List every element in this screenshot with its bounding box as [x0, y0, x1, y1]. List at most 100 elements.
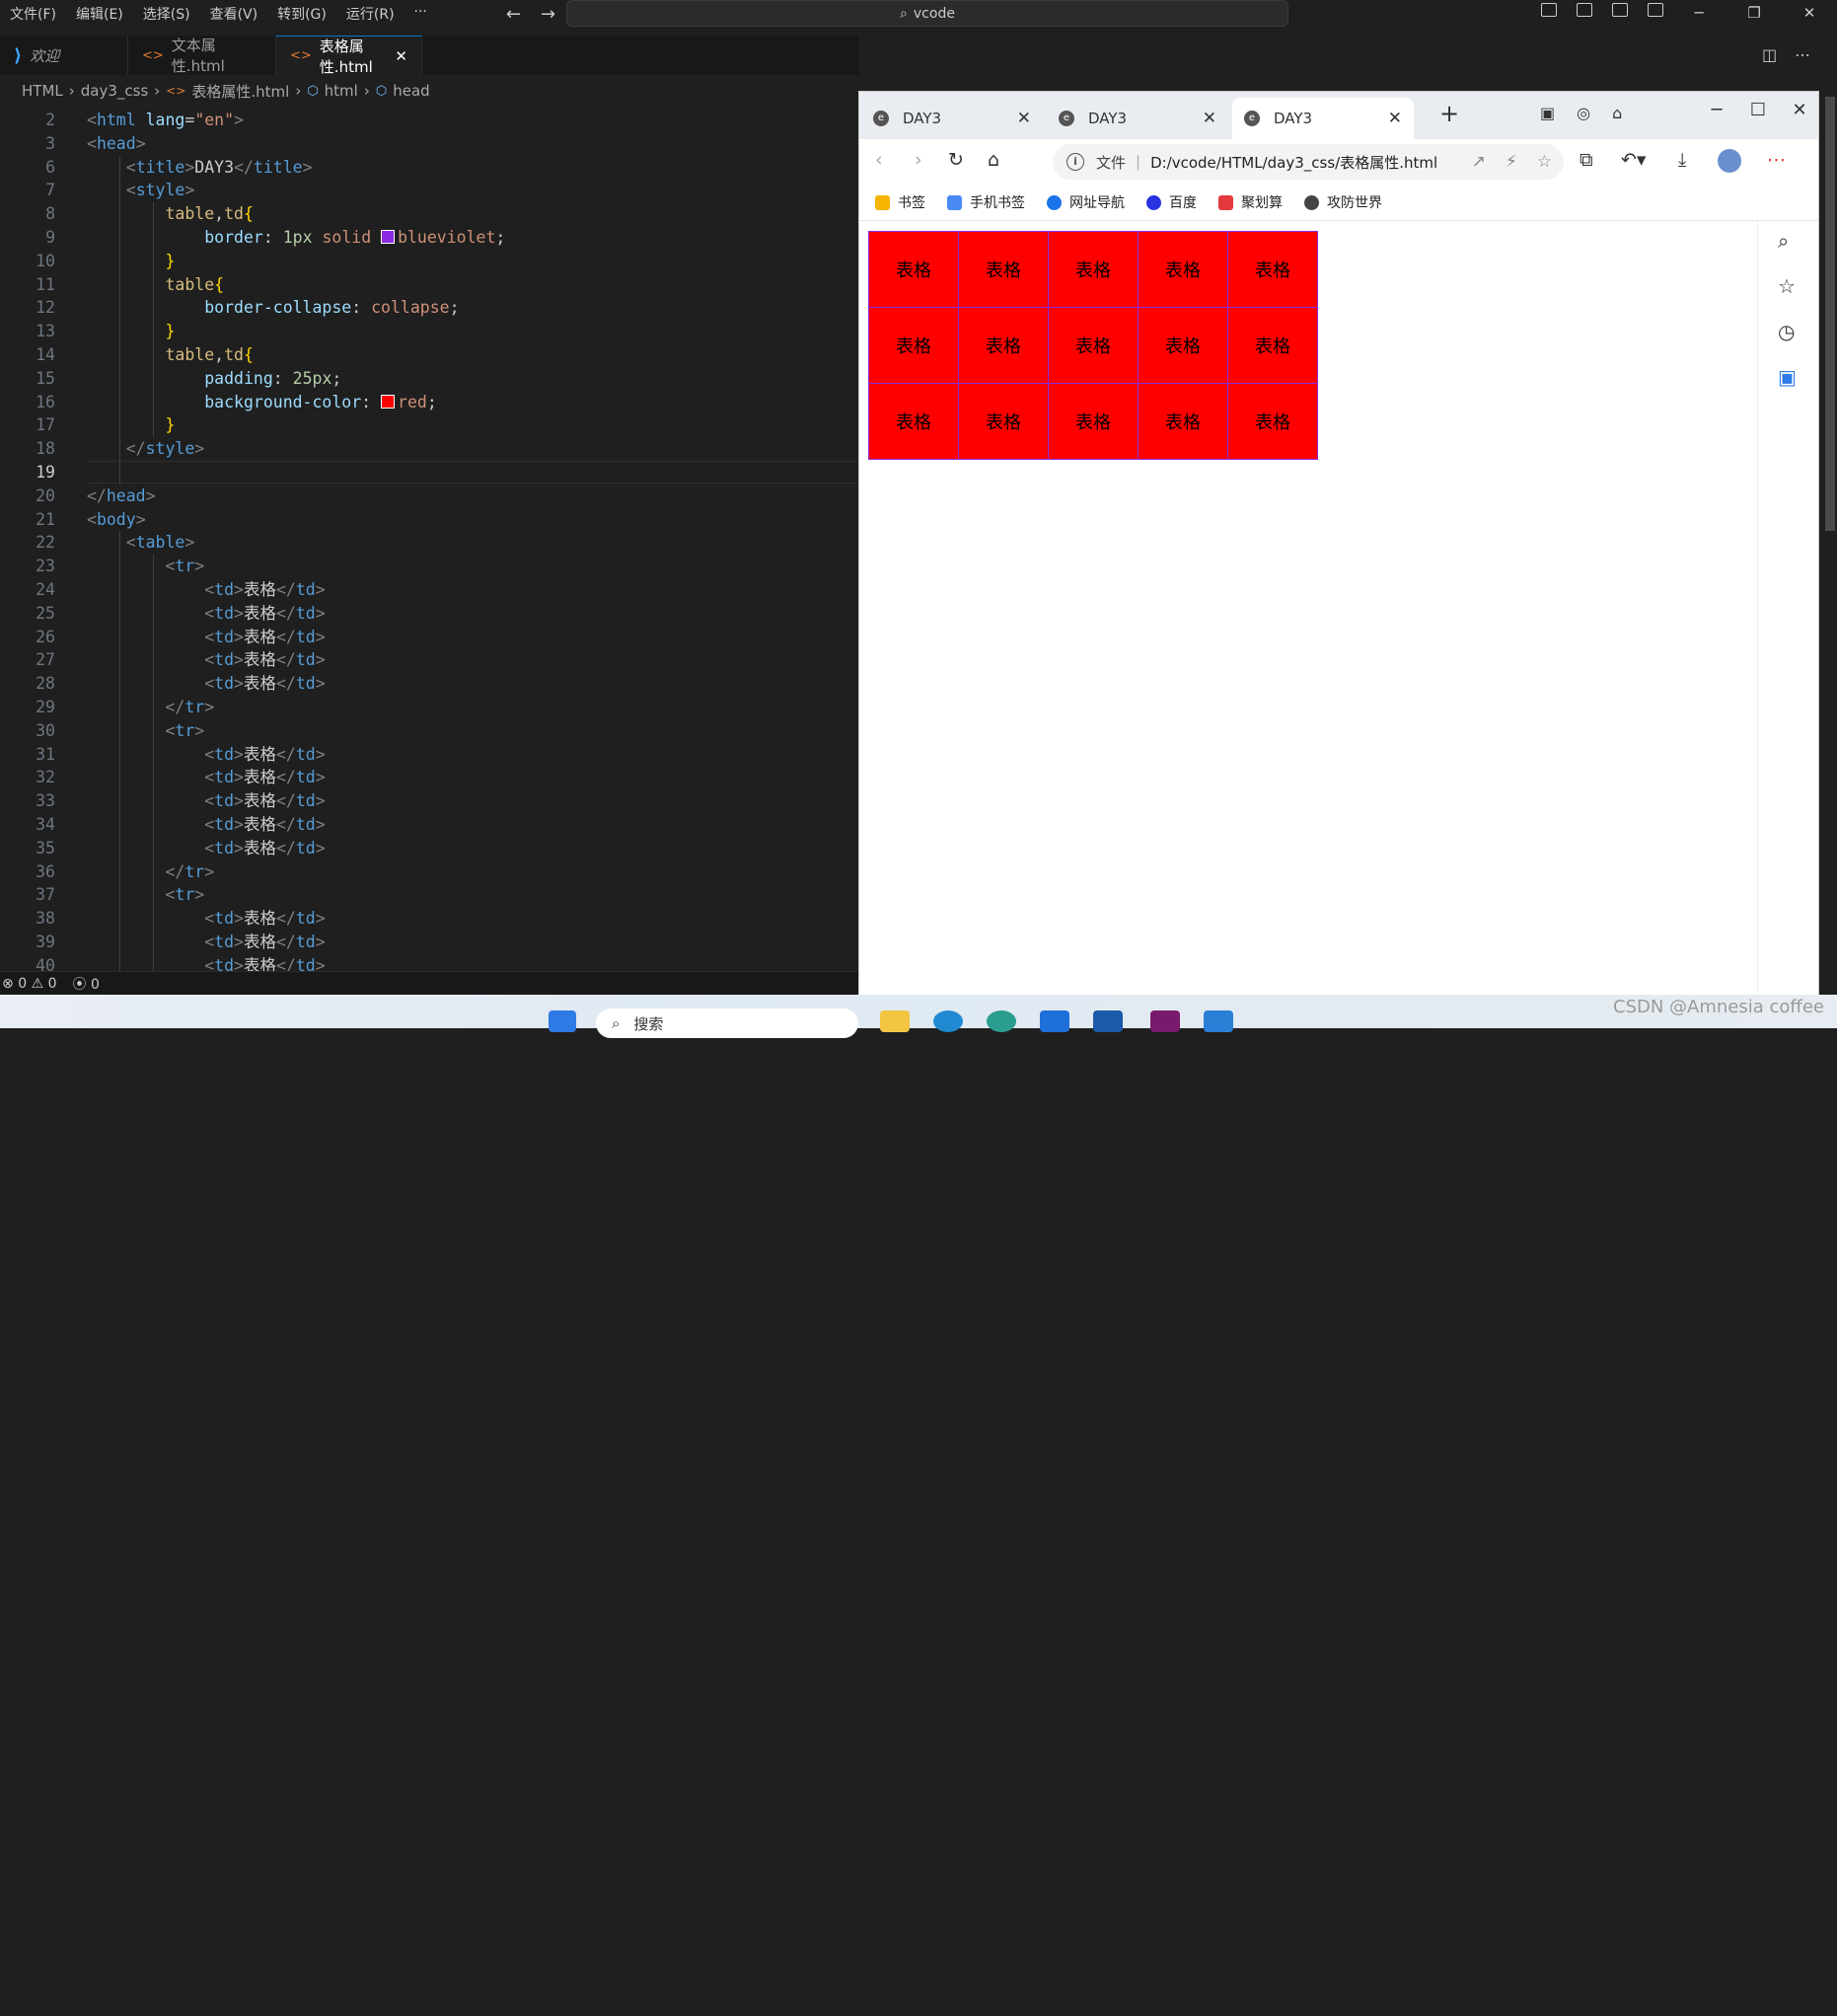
code-line[interactable]: 31 <td>表格</td> [0, 743, 858, 767]
bookmark-item[interactable]: 聚划算 [1218, 192, 1283, 212]
code-line[interactable]: 15 padding: 25px; [0, 367, 858, 391]
undo-dropdown-icon[interactable]: ↶▾ [1621, 149, 1646, 171]
code-line[interactable]: 23 <tr> [0, 555, 858, 578]
code-line[interactable]: 34 <td>表格</td> [0, 813, 858, 837]
menu-view[interactable]: 查看(V) [200, 4, 268, 24]
code-line[interactable]: 8 table,td{ [0, 202, 858, 226]
close-icon[interactable]: ✕ [1779, 100, 1818, 120]
code-line[interactable]: 37 <tr> [0, 883, 858, 907]
bookmark-item[interactable]: 攻防世界 [1304, 192, 1382, 212]
bookmark-item[interactable]: 书签 [875, 192, 925, 212]
code-line[interactable]: 17 } [0, 413, 858, 437]
bookmark-item[interactable]: 百度 [1146, 192, 1197, 212]
restore-icon[interactable]: ❐ [1727, 0, 1782, 26]
breadcrumb-item[interactable]: 表格属性.html [191, 81, 289, 102]
code-line[interactable]: 39 <td>表格</td> [0, 931, 858, 954]
home-icon[interactable]: ⌂ [988, 149, 999, 171]
download-icon[interactable]: ⤓ [1678, 149, 1686, 171]
app-icon[interactable] [987, 1010, 1016, 1032]
forward-arrow-icon[interactable]: → [541, 4, 555, 25]
translate-icon[interactable]: ▣ [1778, 365, 1797, 389]
code-line[interactable]: 16 background-color: red; [0, 391, 858, 414]
customize-layout-icon[interactable] [1648, 3, 1663, 17]
code-line[interactable]: 25 <td>表格</td> [0, 602, 858, 626]
store-icon[interactable] [1093, 1010, 1123, 1032]
code-line[interactable]: 20 </head> [0, 485, 858, 508]
forward-arrow-icon[interactable]: › [915, 149, 922, 171]
code-line[interactable]: 26 <td>表格</td> [0, 626, 858, 649]
ports-indicator[interactable]: ⦿ 0 [73, 974, 100, 994]
code-line[interactable]: 12 border-collapse: collapse; [0, 296, 858, 320]
code-line[interactable]: 29 </tr> [0, 696, 858, 719]
new-tab-icon[interactable]: + [1439, 100, 1459, 127]
code-line[interactable]: 32 <td>表格</td> [0, 766, 858, 789]
incognito-icon[interactable]: ◎ [1577, 104, 1590, 122]
more-menu-icon[interactable]: ⋯ [1767, 149, 1786, 171]
app-icon[interactable] [1040, 1010, 1069, 1032]
lightning-icon[interactable]: ⚡ [1506, 152, 1517, 172]
editor-scrollbar[interactable] [1823, 91, 1837, 999]
code-line[interactable]: 2 <html lang="en"> [0, 109, 858, 132]
close-tab-icon[interactable]: ✕ [1017, 109, 1031, 128]
code-line[interactable]: 30 <tr> [0, 719, 858, 743]
breadcrumb-item[interactable]: head [393, 82, 429, 100]
close-tab-icon[interactable]: ✕ [1203, 109, 1216, 128]
bookmark-item[interactable]: 手机书签 [947, 192, 1025, 212]
code-line[interactable]: 28 <td>表格</td> [0, 672, 858, 696]
menu-go[interactable]: 转到(G) [267, 4, 336, 24]
scrollbar-thumb[interactable] [1825, 97, 1835, 531]
maximize-icon[interactable]: ☐ [1737, 100, 1779, 120]
code-line[interactable]: 40 <td>表格</td> [0, 954, 858, 971]
menu-more[interactable]: ··· [404, 4, 437, 24]
back-arrow-icon[interactable]: ← [506, 4, 521, 25]
address-url[interactable]: D:/vcode/HTML/day3_css/表格属性.html [1150, 152, 1437, 173]
toggle-primary-sidebar-icon[interactable] [1541, 3, 1557, 17]
back-arrow-icon[interactable]: ‹ [875, 149, 883, 171]
windows-start-icon[interactable] [549, 1010, 576, 1032]
browser-tab[interactable]: e DAY3 ✕ [861, 98, 1043, 139]
code-line[interactable]: 13 } [0, 320, 858, 343]
browser-tab-active[interactable]: e DAY3 ✕ [1232, 98, 1414, 139]
close-tab-icon[interactable]: ✕ [1388, 109, 1402, 128]
star-icon[interactable]: ☆ [1778, 274, 1796, 298]
breadcrumb-item[interactable]: day3_css [81, 82, 149, 100]
code-editor[interactable]: 2 <html lang="en"> 3 <head> 6 <title>DAY3</t… [0, 103, 858, 971]
code-line[interactable]: 6 <title>DAY3</title> [0, 156, 858, 180]
minimize-icon[interactable]: ─ [1671, 0, 1727, 26]
code-line[interactable]: 11 table{ [0, 273, 858, 297]
menu-run[interactable]: 运行(R) [336, 4, 404, 24]
menu-edit[interactable]: 编辑(E) [66, 4, 133, 24]
address-bar[interactable]: i 文件 | D:/vcode/HTML/day3_css/表格属性.html … [1053, 144, 1564, 180]
code-line[interactable]: 9 border: 1px solid blueviolet; [0, 226, 858, 250]
search-icon[interactable]: ⌕ [1778, 229, 1789, 253]
code-line[interactable]: 24 <td>表格</td> [0, 578, 858, 602]
pin-icon[interactable]: ⌂ [1612, 104, 1622, 122]
code-line[interactable]: 38 <td>表格</td> [0, 907, 858, 931]
history-clock-icon[interactable]: ◷ [1778, 320, 1795, 343]
file-explorer-icon[interactable] [880, 1010, 910, 1032]
toggle-secondary-sidebar-icon[interactable] [1612, 3, 1628, 17]
code-line[interactable]: 3 <head> [0, 132, 858, 156]
breadcrumb-item[interactable]: html [325, 82, 358, 100]
taskbar-search[interactable]: ⌕ 搜索 [596, 1008, 858, 1038]
tab-count-icon[interactable]: ▣ [1540, 104, 1555, 122]
close-icon[interactable]: ✕ [1782, 0, 1837, 26]
code-line[interactable]: 22 <table> [0, 531, 858, 555]
menu-file[interactable]: 文件(F) [0, 4, 66, 24]
code-line[interactable]: 33 <td>表格</td> [0, 789, 858, 813]
toggle-panel-icon[interactable] [1577, 3, 1592, 17]
code-line[interactable]: 35 <td>表格</td> [0, 837, 858, 860]
tab-table-properties[interactable]: <> 表格属性.html ✕ [276, 36, 422, 76]
app-icon[interactable] [1150, 1010, 1180, 1032]
code-line[interactable]: 14 table,td{ [0, 343, 858, 367]
share-icon[interactable]: ↗ [1472, 152, 1486, 172]
more-actions-icon[interactable]: ⋯ [1795, 45, 1810, 64]
reload-icon[interactable]: ↻ [948, 149, 964, 171]
menu-selection[interactable]: 选择(S) [133, 4, 200, 24]
code-line[interactable]: 36 </tr> [0, 860, 858, 884]
tab-text-properties[interactable]: <> 文本属性.html [128, 36, 276, 75]
code-line[interactable]: 27 <td>表格</td> [0, 648, 858, 672]
vscode-icon[interactable] [1204, 1010, 1233, 1032]
code-line[interactable]: 7 <style> [0, 179, 858, 202]
star-icon[interactable]: ☆ [1537, 152, 1552, 172]
